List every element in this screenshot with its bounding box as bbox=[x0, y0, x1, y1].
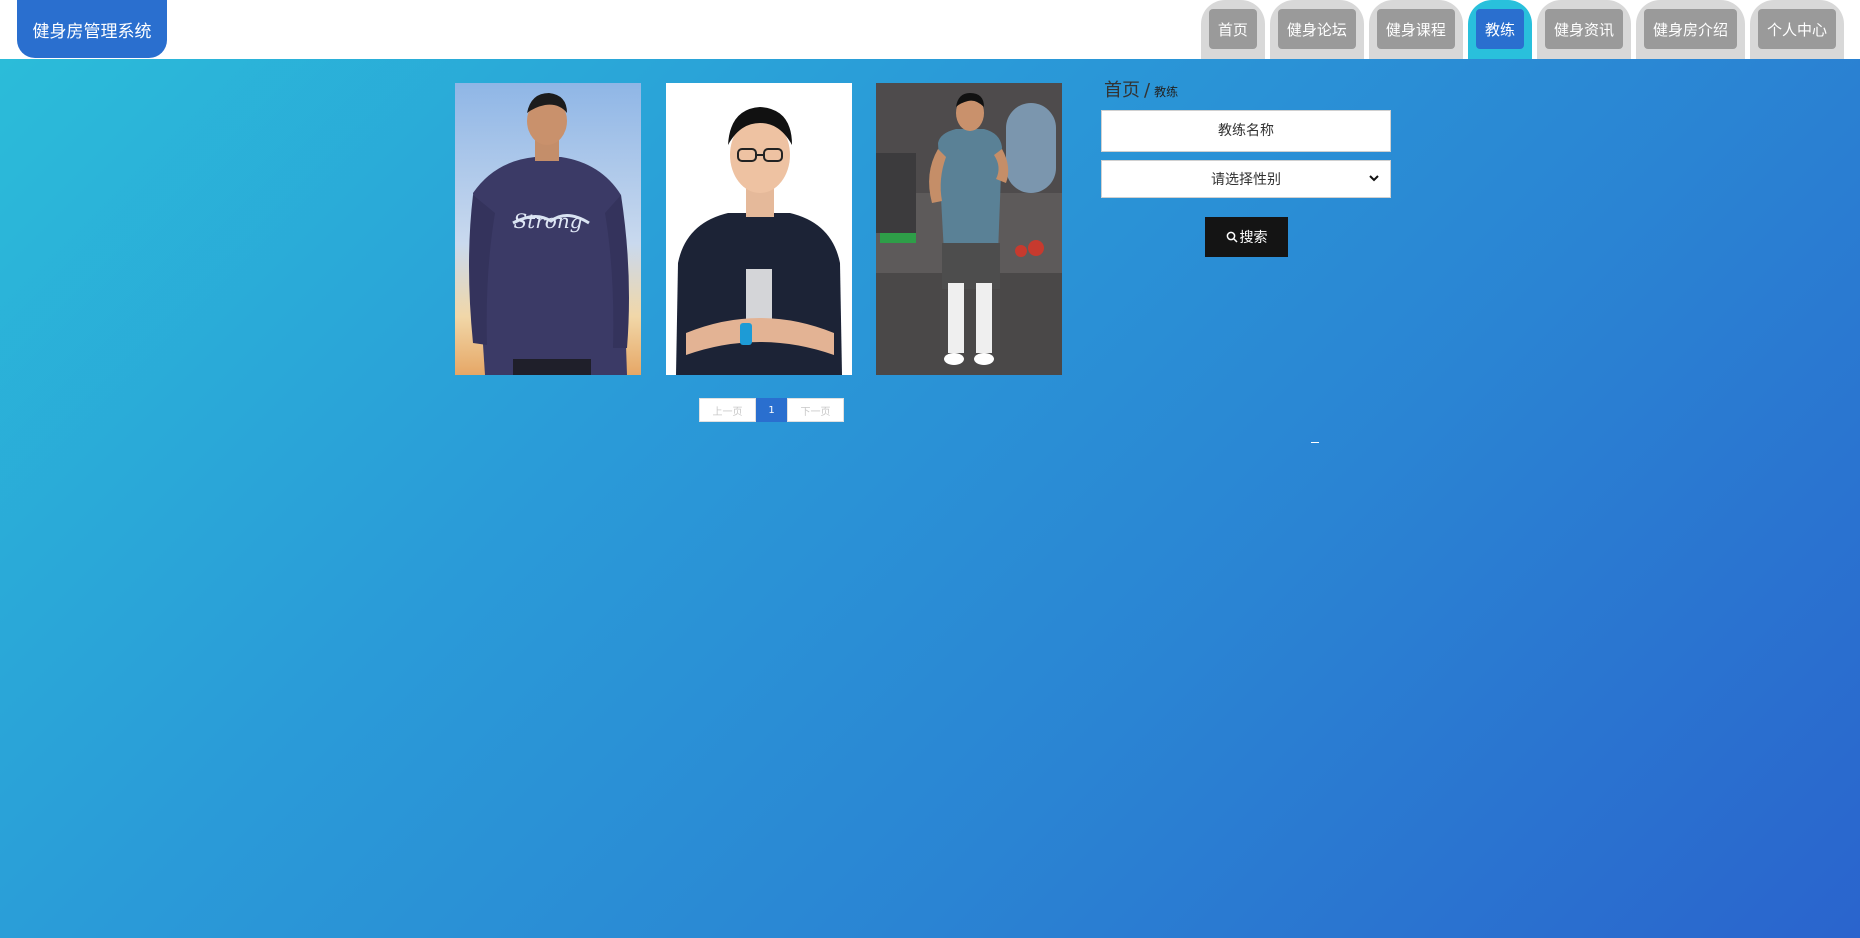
main-content: Strong 首页 / 教练 教练名称 请选择性别 搜索 上一页 1 下一页 bbox=[0, 59, 1860, 938]
nav-tab-courses-label: 健身课程 bbox=[1376, 9, 1455, 49]
nav-tab-courses[interactable]: 健身课程 bbox=[1368, 0, 1463, 59]
breadcrumb: 首页 / 教练 bbox=[1104, 76, 1178, 102]
page-number-button[interactable]: 1 bbox=[756, 398, 787, 422]
nav-tab-forum-label: 健身论坛 bbox=[1277, 9, 1356, 49]
coach-card-3[interactable] bbox=[876, 83, 1062, 375]
next-page-button[interactable]: 下一页 bbox=[787, 398, 844, 422]
breadcrumb-home[interactable]: 首页 bbox=[1104, 80, 1140, 101]
breadcrumb-separator: / bbox=[1144, 80, 1151, 101]
nav-tab-profile[interactable]: 个人中心 bbox=[1749, 0, 1844, 59]
nav-tab-profile-label: 个人中心 bbox=[1757, 9, 1836, 49]
coach-photo-1: Strong bbox=[455, 83, 641, 375]
coach-card-2[interactable] bbox=[666, 83, 852, 375]
coach-photo-3 bbox=[876, 83, 1062, 375]
nav-tab-coaches-label: 教练 bbox=[1475, 9, 1524, 49]
coach-photo-2 bbox=[666, 83, 852, 375]
chevron-down-icon bbox=[1369, 175, 1379, 182]
nav-tab-gym-intro[interactable]: 健身房介绍 bbox=[1635, 0, 1745, 59]
prev-page-button[interactable]: 上一页 bbox=[699, 398, 756, 422]
nav-tab-news[interactable]: 健身资讯 bbox=[1536, 0, 1631, 59]
nav-tab-gym-intro-label: 健身房介绍 bbox=[1643, 9, 1737, 49]
coach-name-input[interactable] bbox=[1101, 110, 1391, 152]
app-logo[interactable]: 健身房管理系统 bbox=[17, 0, 167, 58]
search-icon bbox=[1226, 231, 1238, 243]
coach-card-1[interactable]: Strong bbox=[455, 83, 641, 375]
nav-tab-home-label: 首页 bbox=[1208, 9, 1257, 49]
nav-tab-forum[interactable]: 健身论坛 bbox=[1269, 0, 1364, 59]
gender-select[interactable]: 请选择性别 bbox=[1101, 160, 1391, 198]
top-header: 健身房管理系统 首页 健身论坛 健身课程 教练 健身资讯 健身房介绍 个人中心 bbox=[0, 0, 1860, 59]
search-button[interactable]: 搜索 bbox=[1205, 217, 1288, 257]
main-nav: 首页 健身论坛 健身课程 教练 健身资讯 健身房介绍 个人中心 bbox=[1200, 0, 1844, 59]
nav-tab-coaches[interactable]: 教练 bbox=[1467, 0, 1532, 59]
nav-tab-news-label: 健身资讯 bbox=[1544, 9, 1623, 49]
coach-shirt-text: Strong bbox=[513, 209, 582, 233]
app-title: 健身房管理系统 bbox=[32, 21, 152, 42]
stray-dash-mark bbox=[1311, 442, 1319, 443]
breadcrumb-current: 教练 bbox=[1154, 85, 1179, 99]
search-button-label: 搜索 bbox=[1239, 230, 1268, 246]
nav-tab-home[interactable]: 首页 bbox=[1200, 0, 1265, 59]
gender-select-value: 请选择性别 bbox=[1211, 172, 1281, 188]
pagination: 上一页 1 下一页 bbox=[699, 398, 844, 422]
